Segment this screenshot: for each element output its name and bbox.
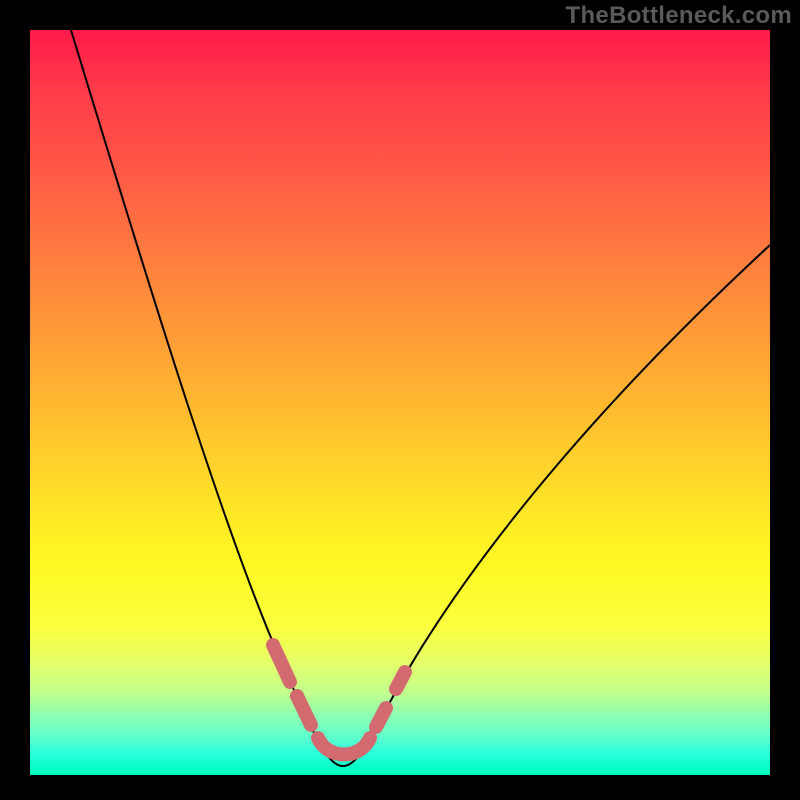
plot-area — [30, 30, 770, 775]
curve-svg — [30, 30, 770, 775]
optimal-marker-right-1 — [376, 708, 386, 727]
optimal-marker-left-2 — [297, 696, 311, 725]
optimal-marker-bottom — [318, 738, 370, 755]
optimal-marker-right-2 — [396, 672, 405, 689]
optimal-marker-left-1 — [273, 645, 290, 682]
chart-frame: TheBottleneck.com — [0, 0, 800, 800]
watermark-text: TheBottleneck.com — [566, 2, 792, 30]
bottleneck-curve — [71, 30, 770, 766]
